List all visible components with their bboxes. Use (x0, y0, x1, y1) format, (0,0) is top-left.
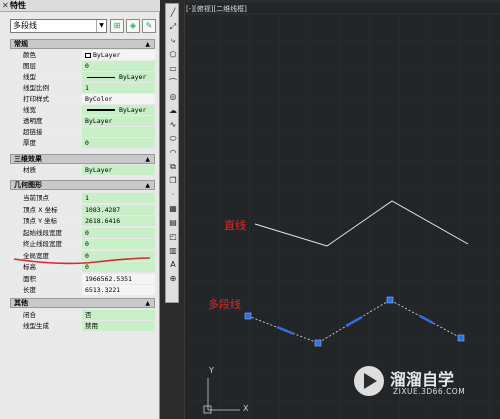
line-annotation-label: 直线 (224, 219, 246, 232)
drawing-canvas (185, 13, 500, 419)
ucs-x-label: X (243, 404, 249, 413)
ucs-y-label: Y (209, 366, 214, 375)
polyline-annotation-label: 多段线 (208, 298, 241, 311)
watermark-url: ZIXUE.3D66.COM (393, 387, 466, 396)
